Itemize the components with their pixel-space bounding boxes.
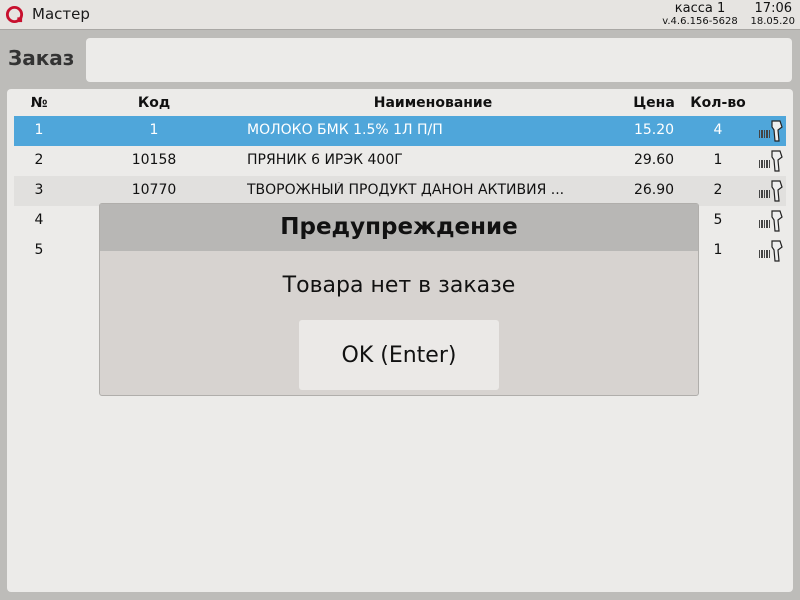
table-row[interactable]: 1 1 МОЛОКО БМК 1.5% 1Л П/П 15.20 4 bbox=[14, 116, 786, 146]
row-price: 29.60 bbox=[633, 152, 675, 168]
dialog-title: Предупреждение bbox=[280, 214, 518, 240]
barcode-scanner-icon[interactable] bbox=[758, 148, 784, 174]
row-qty: 1 bbox=[713, 152, 723, 168]
clock-time: 17:06 bbox=[754, 1, 792, 16]
dialog-header: Предупреждение bbox=[100, 204, 698, 251]
barcode-scanner-icon[interactable] bbox=[758, 178, 784, 204]
row-qty: 4 bbox=[713, 122, 723, 138]
row-num: 5 bbox=[34, 242, 44, 258]
warning-dialog: Предупреждение Товара нет в заказе OK (E… bbox=[99, 203, 699, 396]
table-row[interactable]: 3 10770 ТВОРОЖНЫЙ ПРОДУКТ ДАНОН АКТИВИЯ … bbox=[14, 176, 786, 206]
version-label: v.4.6.156-5628 bbox=[662, 16, 738, 27]
row-name: МОЛОКО БМК 1.5% 1Л П/П bbox=[247, 122, 443, 138]
barcode-scanner-icon[interactable] bbox=[758, 238, 784, 264]
app-logo-icon bbox=[5, 5, 24, 24]
header-qty: Кол-во bbox=[690, 95, 746, 111]
order-label: Заказ bbox=[8, 46, 75, 70]
clock-date: 18.05.20 bbox=[750, 16, 795, 27]
row-qty: 1 bbox=[713, 242, 723, 258]
header-num: № bbox=[30, 95, 48, 111]
header-price: Цена bbox=[633, 95, 675, 111]
dialog-message: Товара нет в заказе bbox=[282, 273, 516, 298]
row-qty: 5 bbox=[713, 212, 723, 228]
header-name: Наименование bbox=[373, 95, 493, 111]
row-num: 4 bbox=[34, 212, 44, 228]
row-name: ПРЯНИК 6 ИРЭК 400Г bbox=[247, 152, 403, 168]
app-title: Мастер bbox=[32, 5, 90, 23]
top-bar: Мастер касса 1 v.4.6.156-5628 17:06 18.0… bbox=[0, 0, 800, 30]
table-row[interactable]: 2 10158 ПРЯНИК 6 ИРЭК 400Г 29.60 1 bbox=[14, 146, 786, 176]
row-num: 2 bbox=[34, 152, 44, 168]
register-name: касса 1 bbox=[674, 1, 726, 16]
ok-button[interactable]: OK (Enter) bbox=[299, 320, 499, 390]
row-qty: 2 bbox=[713, 182, 723, 198]
header-code: Код bbox=[137, 95, 171, 111]
row-price: 26.90 bbox=[633, 182, 675, 198]
table-header: № Код Наименование Цена Кол-во bbox=[7, 89, 793, 116]
row-price: 15.20 bbox=[633, 122, 675, 138]
row-code: 10770 bbox=[131, 182, 177, 198]
barcode-scanner-icon[interactable] bbox=[758, 118, 784, 144]
barcode-scanner-icon[interactable] bbox=[758, 208, 784, 234]
row-num: 1 bbox=[34, 122, 44, 138]
row-name: ТВОРОЖНЫЙ ПРОДУКТ ДАНОН АКТИВИЯ ... bbox=[247, 182, 565, 198]
row-num: 3 bbox=[34, 182, 44, 198]
order-input[interactable] bbox=[86, 38, 792, 82]
row-code: 1 bbox=[149, 122, 159, 138]
row-code: 10158 bbox=[131, 152, 177, 168]
